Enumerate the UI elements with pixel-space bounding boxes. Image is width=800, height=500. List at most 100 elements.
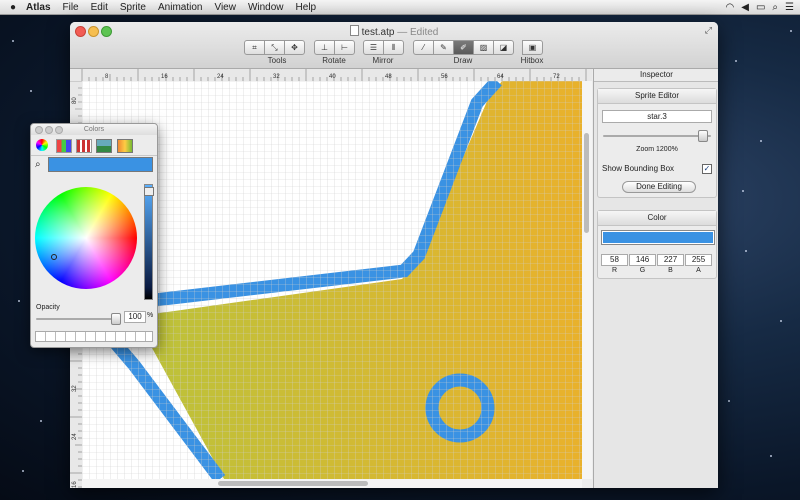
colors-toolbar [31,136,157,156]
eyedropper-icon[interactable]: ⁄ [413,40,434,55]
opacity-field[interactable]: 100 [124,311,146,323]
blue-label: B [668,267,673,274]
star-dot [742,190,744,192]
vertical-scrollbar[interactable] [582,81,592,479]
ruler-label: 8 [105,74,109,80]
horizontal-scrollbar[interactable] [82,479,582,488]
color-swatches-row[interactable] [35,331,153,342]
rotate-group: ⊥ ⊢ [314,40,355,55]
star-dot [780,320,782,322]
inspector-panel: Inspector Sprite Editor star.3 Zoom 1200… [593,69,718,488]
spotlight-icon[interactable]: ⌕ [772,2,778,13]
alpha-field[interactable]: 255 [685,254,712,266]
star-dot [12,40,14,42]
sliders-icon[interactable] [56,139,72,153]
ruler-label: 32 [273,74,280,80]
apple-icon[interactable]: ● [10,2,16,13]
crayons-icon[interactable] [117,139,133,153]
blue-field[interactable]: 227 [657,254,684,266]
tools-group: ⌗ ⤡ ✥ [244,40,305,55]
draw-group: ⁄ ✎ ✐ ▨ ◪ [413,40,514,55]
green-label: G [639,267,646,274]
ruler-label: 48 [385,74,392,80]
window-title: test.atp — Edited [70,25,718,38]
horizontal-scroll-thumb[interactable] [218,481,368,486]
color-wheel-cursor[interactable] [51,254,57,260]
done-editing-button[interactable]: Done Editing [622,181,696,193]
line-icon[interactable]: ◪ [493,40,514,55]
colors-panel: Colors ⌕ Opacity 100 % [30,123,158,348]
opacity-unit: % [147,312,154,319]
sprite-editor-title: Sprite Editor [598,89,716,104]
color-wheel[interactable] [35,187,137,289]
ruler-label: 56 [441,74,448,80]
opacity-slider[interactable] [36,318,118,320]
fullscreen-icon[interactable]: ⤢ [705,25,712,36]
color-wheel-icon[interactable] [36,139,48,151]
horizontal-ruler-ticks: 8 16 24 32 40 48 56 64 72 [81,69,587,81]
window-filename: test.atp [361,27,395,38]
sprite-editor-panel: Sprite Editor star.3 Zoom 1200% Show Bou… [597,88,717,198]
move-icon[interactable]: ✥ [284,40,305,55]
color-well-swatch [603,232,713,243]
ruler-label: 16 [161,74,168,80]
ruler-label: 16 [72,481,78,488]
zoom-slider[interactable] [603,135,711,137]
menu-file[interactable]: File [63,2,79,13]
fill-icon[interactable]: ▨ [473,40,494,55]
hitbox-icon[interactable]: ▣ [522,40,543,55]
green-field[interactable]: 146 [629,254,656,266]
red-field[interactable]: 58 [601,254,628,266]
flip-vertical-icon[interactable]: ☰ [363,40,384,55]
menu-help[interactable]: Help [296,2,317,13]
hitbox-label: Hitbox [520,56,544,65]
colors-minimize-button[interactable] [45,126,53,134]
colors-close-button[interactable] [35,126,43,134]
checkmark-icon: ✓ [703,164,711,173]
eraser-icon[interactable]: ✐ [453,40,474,55]
color-well[interactable] [601,230,715,245]
notifications-icon[interactable]: ☰ [785,2,794,13]
brightness-slider-knob[interactable] [144,187,154,196]
image-palettes-icon[interactable] [96,139,112,153]
menu-app-name[interactable]: Atlas [26,2,50,13]
star-dot [745,250,747,252]
menu-sprite[interactable]: Sprite [120,2,146,13]
mirror-group: ☰ ⫴ [363,40,404,55]
rotate-left-icon[interactable]: ⊥ [314,40,335,55]
crop-icon[interactable]: ⌗ [244,40,265,55]
magnifier-icon[interactable]: ⌕ [35,159,41,170]
star-dot [22,470,24,472]
opacity-slider-knob[interactable] [111,313,121,325]
hitbox-group: ▣ [522,40,543,55]
menu-edit[interactable]: Edit [91,2,108,13]
wifi-icon[interactable]: ◠ [726,2,735,13]
current-color-swatch[interactable] [48,157,153,172]
menu-view[interactable]: View [214,2,236,13]
pencil-icon[interactable]: ✎ [433,40,454,55]
ruler-label: 72 [553,74,560,80]
zoom-slider-knob[interactable] [697,130,708,142]
flip-horizontal-icon[interactable]: ⫴ [383,40,404,55]
show-bounding-box-checkbox[interactable]: ✓ [702,164,712,174]
inspector-title: Inspector [594,69,718,82]
volume-icon[interactable]: ◀ [741,2,749,13]
mirror-label: Mirror [372,56,394,65]
ruler-label: 64 [497,74,504,80]
palettes-icon[interactable] [76,139,92,153]
vertical-scroll-thumb[interactable] [584,133,589,233]
menu-animation[interactable]: Animation [158,2,202,13]
window-edited: — Edited [397,27,439,38]
star-dot [30,90,32,92]
star-dot [770,455,772,457]
show-bounding-box-label: Show Bounding Box [602,164,675,173]
rotate-right-icon[interactable]: ⊢ [334,40,355,55]
battery-icon[interactable]: ▭ [756,2,765,13]
scale-icon[interactable]: ⤡ [264,40,285,55]
sprite-name-field[interactable]: star.3 [602,110,712,123]
star-dot [18,300,20,302]
star-dot [760,140,762,142]
colors-zoom-button[interactable] [55,126,63,134]
brightness-slider[interactable] [144,184,153,300]
menu-window[interactable]: Window [248,2,284,13]
